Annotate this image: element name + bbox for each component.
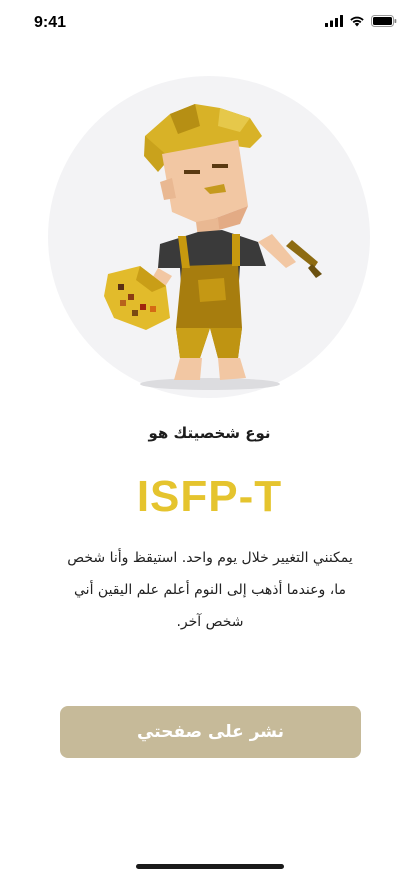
personality-description: يمكنني التغيير خلال يوم واحد. استيقظ وأن…: [67, 550, 353, 630]
status-icons: [325, 15, 397, 27]
painter-character-illustration: [104, 104, 322, 390]
personality-type-code: ISFP-T: [136, 472, 283, 521]
status-bar: 9:41: [0, 0, 419, 48]
status-time: 9:41: [34, 14, 67, 31]
share-to-page-button[interactable]: نشر على صفحتي: [60, 706, 361, 758]
battery-icon: [371, 15, 397, 27]
signal-icon: [325, 15, 343, 27]
home-indicator[interactable]: [136, 864, 284, 869]
result-subtitle: نوع شخصيتك هو: [148, 424, 271, 442]
wifi-icon: [350, 16, 364, 27]
